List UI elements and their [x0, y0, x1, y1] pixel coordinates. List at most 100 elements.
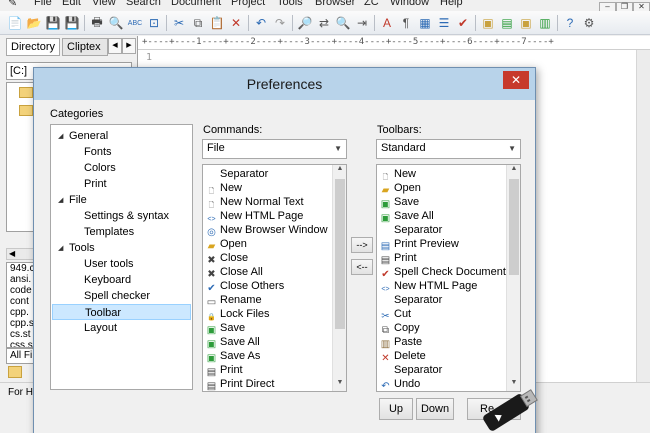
- delete-icon[interactable]: ✕: [227, 14, 245, 32]
- category-item[interactable]: Settings & syntax: [84, 208, 169, 224]
- list-item[interactable]: ✖ Close: [205, 251, 248, 266]
- menu-item[interactable]: ZC: [364, 0, 379, 8]
- list-item[interactable]: ✂ Cut: [379, 307, 411, 322]
- toolbar-items-scroll-thumb[interactable]: [509, 179, 519, 275]
- list-item[interactable]: ✕ Delete: [379, 349, 426, 364]
- list-item[interactable]: ◎ New Browser Window: [205, 223, 327, 238]
- cut-icon[interactable]: ✂: [170, 14, 188, 32]
- menu-item[interactable]: Search: [126, 0, 161, 8]
- dialog-titlebar[interactable]: Preferences ✕: [34, 68, 535, 100]
- list-item[interactable]: ▣ Save All: [205, 335, 260, 350]
- category-item[interactable]: Print: [84, 176, 107, 192]
- print-preview-icon[interactable]: 🔍: [107, 14, 125, 32]
- list-item[interactable]: ✖ Close All: [205, 265, 263, 280]
- goto-icon[interactable]: ⇥: [353, 14, 371, 32]
- save-all-icon[interactable]: 💾: [63, 14, 81, 32]
- spell-check-icon[interactable]: ABC: [126, 14, 144, 32]
- list-item[interactable]: ▣ Save All: [379, 209, 434, 224]
- category-item[interactable]: Colors: [84, 160, 116, 176]
- move-up-button[interactable]: Up: [379, 398, 413, 420]
- list-item[interactable]: ✔ Close Others: [205, 279, 284, 294]
- folder-icon[interactable]: [8, 366, 22, 378]
- commands-scrollbar[interactable]: ▲ ▼: [332, 165, 346, 391]
- copy-icon[interactable]: ⧉: [189, 14, 207, 32]
- column-icon[interactable]: ☰: [435, 14, 453, 32]
- list-item[interactable]: ▤ Print Direct: [205, 377, 275, 391]
- commands-list[interactable]: ▤ Print Direct ▤ Print ▣ Save As ▣ Save All ▣ Sav…: [202, 164, 347, 392]
- category-item[interactable]: Templates: [84, 224, 134, 240]
- tab-cliptext[interactable]: Cliptex: [62, 38, 108, 56]
- category-item[interactable]: Toolbar: [52, 304, 191, 320]
- list-item[interactable]: <> New HTML Page: [205, 209, 303, 223]
- list-item[interactable]: ▰ Open: [205, 237, 247, 252]
- list-item[interactable]: Separator: [205, 167, 268, 181]
- list-item[interactable]: 🗋 New Normal Text: [205, 195, 304, 209]
- expand-caret-icon[interactable]: ◢: [58, 132, 63, 140]
- remove-from-toolbar-button[interactable]: <--: [351, 259, 373, 275]
- view-right-icon[interactable]: ▣: [517, 14, 535, 32]
- commands-scroll-thumb[interactable]: [335, 179, 345, 329]
- expand-caret-icon[interactable]: ◢: [58, 196, 63, 204]
- move-down-button[interactable]: Down: [416, 398, 454, 420]
- tab-scroll-right-icon[interactable]: ▶: [122, 38, 136, 54]
- dialog-close-button[interactable]: ✕: [503, 71, 529, 89]
- scroll-up-icon[interactable]: ▲: [333, 165, 346, 177]
- editor-vertical-scrollbar[interactable]: [636, 50, 650, 382]
- print-icon[interactable]: 🖶: [88, 14, 106, 32]
- list-item[interactable]: Separator: [379, 363, 442, 377]
- list-item[interactable]: ⧉ Copy: [379, 321, 420, 336]
- find-replace-icon[interactable]: ⇄: [315, 14, 333, 32]
- list-item[interactable]: ▣ Save As: [205, 349, 261, 364]
- category-item[interactable]: Layout: [84, 320, 117, 336]
- new-icon[interactable]: 📄: [6, 14, 24, 32]
- wrap-icon[interactable]: ¶: [397, 14, 415, 32]
- category-item[interactable]: Tools: [69, 240, 95, 256]
- menu-item[interactable]: Document: [171, 0, 221, 8]
- redo-icon[interactable]: ↷: [271, 14, 289, 32]
- toolbar-items-scrollbar[interactable]: ▲ ▼: [506, 165, 520, 391]
- list-item[interactable]: <> New HTML Page: [379, 279, 477, 293]
- categories-tree[interactable]: ◢ General Fonts Colors Print ◢ File Settings & …: [50, 124, 193, 390]
- menu-item[interactable]: Edit: [62, 0, 81, 8]
- undo-icon[interactable]: ↶: [252, 14, 270, 32]
- scroll-down-icon[interactable]: ▼: [333, 379, 346, 391]
- menu-item[interactable]: Window: [390, 0, 429, 8]
- menu-item[interactable]: Help: [440, 0, 463, 8]
- menu-item[interactable]: View: [92, 0, 116, 8]
- category-item[interactable]: Fonts: [84, 144, 112, 160]
- find-files-icon[interactable]: 🔍: [334, 14, 352, 32]
- list-item[interactable]: ▭ Rename: [205, 293, 262, 308]
- list-item[interactable]: 🗋 New: [379, 167, 416, 181]
- menu-item[interactable]: Project: [231, 0, 265, 8]
- category-item[interactable]: File: [69, 192, 87, 208]
- menu-item[interactable]: Browser: [315, 0, 355, 8]
- view-full-icon[interactable]: ▥: [536, 14, 554, 32]
- category-item[interactable]: Spell checker: [84, 288, 150, 304]
- scroll-up-icon[interactable]: ▲: [507, 165, 520, 177]
- toolbar-select[interactable]: Standard ▼: [376, 139, 521, 159]
- view-left-icon[interactable]: ▣: [479, 14, 497, 32]
- list-item[interactable]: ↶ Undo: [379, 377, 420, 391]
- category-item[interactable]: Keyboard: [84, 272, 131, 288]
- list-item[interactable]: ▤ Print Preview: [379, 237, 459, 252]
- format-icon[interactable]: A: [378, 14, 396, 32]
- html-icon[interactable]: ⊡: [145, 14, 163, 32]
- paste-icon[interactable]: 📋: [208, 14, 226, 32]
- category-item[interactable]: User tools: [84, 256, 134, 272]
- tool-icon[interactable]: ⚙: [580, 14, 598, 32]
- save-icon[interactable]: 💾: [44, 14, 62, 32]
- menu-item[interactable]: File: [34, 0, 52, 8]
- spell-icon[interactable]: ✔: [454, 14, 472, 32]
- view-output-icon[interactable]: ▤: [498, 14, 516, 32]
- list-item[interactable]: ▤ Print: [379, 251, 417, 266]
- list-item[interactable]: ▣ Save: [379, 195, 419, 210]
- commands-category-select[interactable]: File ▼: [202, 139, 347, 159]
- menu-item[interactable]: Tools: [277, 0, 303, 8]
- category-item[interactable]: General: [69, 128, 108, 144]
- tab-directory[interactable]: Directory: [6, 38, 60, 56]
- list-item[interactable]: Separator: [379, 223, 442, 237]
- list-item[interactable]: 🔒 Lock Files: [205, 307, 269, 321]
- expand-caret-icon[interactable]: ◢: [58, 244, 63, 252]
- toolbar-items-list[interactable]: ↶ Undo Separator ✕ Delete ▥ Paste ⧉ Copy ✂ Cut Sepa…: [376, 164, 521, 392]
- block-icon[interactable]: ▦: [416, 14, 434, 32]
